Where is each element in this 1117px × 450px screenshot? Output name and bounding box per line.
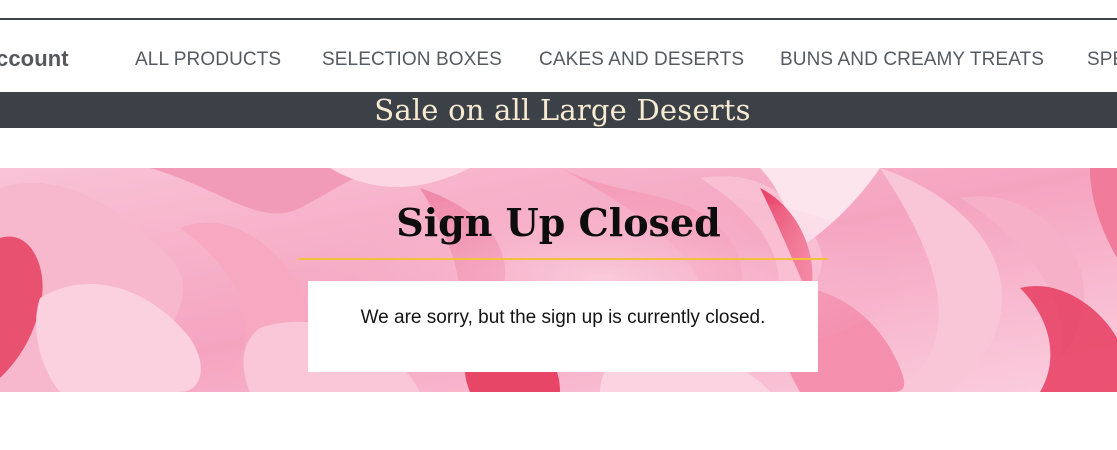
nav-item-selection-boxes[interactable]: SELECTION BOXES xyxy=(322,48,502,72)
sale-banner-text: Sale on all Large Deserts xyxy=(374,93,751,127)
message-card: We are sorry, but the sign up is current… xyxy=(308,281,818,372)
sale-banner: Sale on all Large Deserts xyxy=(0,92,1117,128)
nav-item-specials[interactable]: SPE xyxy=(1087,48,1117,72)
nav-item-account[interactable]: ccount xyxy=(0,47,69,71)
nav-item-all-products[interactable]: ALL PRODUCTS xyxy=(135,48,281,72)
page-title: Sign Up Closed xyxy=(396,200,721,245)
nav-item-buns-and-creamy-treats[interactable]: BUNS AND CREAMY TREATS xyxy=(780,48,1044,72)
page: ccount ALL PRODUCTS SELECTION BOXES CAKE… xyxy=(0,0,1117,450)
main-navigation: ccount ALL PRODUCTS SELECTION BOXES CAKE… xyxy=(0,20,1117,92)
title-underline xyxy=(298,258,828,260)
hero-section: Sign Up Closed We are sorry, but the sig… xyxy=(0,168,1117,392)
signup-closed-message: We are sorry, but the sign up is current… xyxy=(360,307,766,328)
nav-item-cakes-and-deserts[interactable]: CAKES AND DESERTS xyxy=(539,48,744,72)
